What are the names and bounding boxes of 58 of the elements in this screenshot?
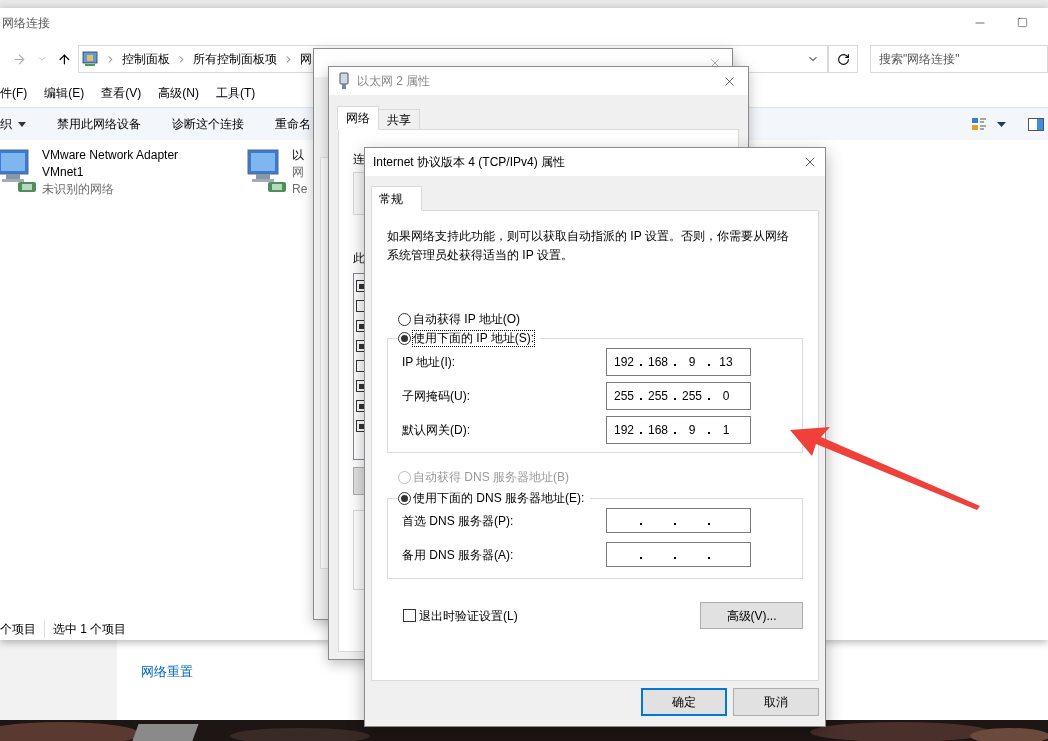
control-panel-icon xyxy=(80,50,99,68)
adapter-name[interactable]: VMware Network Adapter VMnet1 xyxy=(42,147,202,181)
radio-label: 自动获得 IP 地址(O) xyxy=(413,312,521,327)
menu-item[interactable]: 编辑(E) xyxy=(44,84,85,102)
menu-item[interactable]: 查看(V) xyxy=(101,84,142,102)
adapter-status: 未识别的网络 xyxy=(42,181,115,198)
preview-pane-icon[interactable] xyxy=(1028,117,1044,131)
search-field[interactable]: 搜索"网络连接" xyxy=(869,45,1048,73)
maximize-icon[interactable] xyxy=(1017,17,1028,28)
field-label: 备用 DNS 服务器(A): xyxy=(402,546,514,564)
window-title: 网络连接 xyxy=(1,14,50,32)
caret-icon[interactable] xyxy=(997,121,1006,127)
tab[interactable]: 网络 xyxy=(337,106,379,130)
toolbar-button[interactable]: 禁用此网络设备 xyxy=(57,115,141,133)
adapter-status: 网 xyxy=(292,164,305,181)
description-text: 如果网络支持此功能，则可以获取自动指派的 IP 设置。否则，你需要从网络系统管理员处获得适当的 IP 设置。 xyxy=(387,228,790,264)
toolbar-button[interactable]: 重命名 xyxy=(275,115,311,133)
advanced-button[interactable]: 高级(V)... xyxy=(700,602,803,629)
dialog-title: Internet 协议版本 4 (TCP/IPv4) 属性 xyxy=(373,154,566,171)
radio-label: 自动获得 DNS 服务器地址(B) xyxy=(413,470,569,485)
organize-button[interactable]: 织 xyxy=(0,115,26,133)
dialog-title: 以太网 2 属性 xyxy=(357,73,431,90)
ip-address-field[interactable] xyxy=(606,508,751,533)
checkbox[interactable] xyxy=(403,609,416,622)
dialog-button[interactable]: 取消 xyxy=(733,688,819,716)
dialog-button[interactable]: 确定 xyxy=(641,688,727,716)
tab[interactable]: 常规 xyxy=(371,186,422,211)
caret-icon xyxy=(18,121,26,127)
radio-button[interactable] xyxy=(398,313,411,326)
refresh-button[interactable] xyxy=(828,45,858,73)
menu-item[interactable]: 高级(N) xyxy=(158,84,199,102)
refresh-icon xyxy=(836,52,850,66)
field-label: 子网掩码(U): xyxy=(402,388,470,405)
ip-address-field[interactable]: 192 168 9 1 xyxy=(606,416,751,444)
adapter-detail: Re xyxy=(292,181,309,198)
radio-label: 使用下面的 DNS 服务器地址(E): xyxy=(413,491,585,506)
field-label: 首选 DNS 服务器(P): xyxy=(402,512,514,530)
plug-icon xyxy=(339,72,349,90)
field-label: 默认网关(D): xyxy=(402,422,470,439)
status-text: 选中 1 个项目 xyxy=(44,620,135,638)
view-icon[interactable] xyxy=(971,116,987,132)
checkbox-label: 退出时验证设置(L) xyxy=(419,607,518,625)
status-text: 个项目 xyxy=(0,621,37,638)
radio-label: 使用下面的 IP 地址(S): xyxy=(413,331,535,346)
radio-button[interactable] xyxy=(398,492,411,505)
toolbar-button[interactable]: 诊断这个连接 xyxy=(172,115,244,133)
breadcrumb-item[interactable]: 所有控制面板项 xyxy=(192,50,277,68)
field-label: IP 地址(I): xyxy=(402,354,456,371)
field-label: 连 xyxy=(353,151,365,168)
menu-item[interactable]: 工具(T) xyxy=(216,84,256,102)
radio-button[interactable] xyxy=(398,332,411,345)
breadcrumb-item[interactable]: 网 xyxy=(299,50,312,68)
ip-address-field[interactable]: 192 168 9 13 xyxy=(606,348,751,376)
menu-item[interactable]: 件(F) xyxy=(0,84,28,102)
network-reset-link[interactable]: 网络重置 xyxy=(141,664,193,679)
ip-address-field[interactable] xyxy=(606,542,751,567)
breadcrumb-item[interactable]: 控制面板 xyxy=(121,50,170,68)
ip-address-field[interactable]: 255 255 255 0 xyxy=(606,382,751,410)
